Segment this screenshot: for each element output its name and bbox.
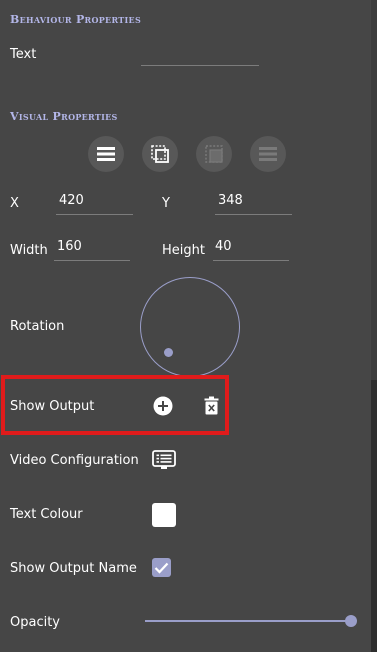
text-colour-swatch[interactable] [152, 503, 176, 527]
height-input[interactable]: 40 [215, 239, 232, 254]
opacity-slider-track[interactable] [145, 620, 351, 622]
height-label: Height [162, 243, 205, 258]
width-label: Width [10, 243, 48, 258]
select-inner-icon [205, 145, 223, 163]
plus-circle-icon [153, 396, 173, 416]
y-input[interactable]: 348 [218, 193, 243, 208]
text-input-underline [141, 65, 259, 66]
configuration-list-icon [152, 450, 176, 469]
video-configuration-button[interactable] [152, 450, 176, 470]
y-label: Y [162, 196, 170, 211]
x-input[interactable]: 420 [59, 193, 84, 208]
properties-panel: Behaviour Properties Text Visual Propert… [0, 0, 371, 652]
visual-properties-header: Visual Properties [10, 110, 118, 123]
rotation-dial[interactable] [140, 277, 240, 377]
text-colour-label: Text Colour [10, 507, 83, 522]
opacity-label: Opacity [10, 615, 61, 630]
show-output-label: Show Output [10, 399, 95, 414]
show-output-name-checkbox[interactable] [152, 558, 171, 577]
video-configuration-label: Video Configuration [10, 453, 139, 468]
rotation-handle[interactable] [164, 348, 173, 357]
select-frame-icon [151, 145, 169, 163]
rotation-label: Rotation [10, 319, 65, 334]
align-bottom-button[interactable] [250, 136, 286, 172]
x-input-underline [56, 214, 133, 215]
behaviour-properties-header: Behaviour Properties [10, 13, 142, 26]
scrollbar[interactable] [371, 0, 377, 652]
y-input-underline [215, 214, 292, 215]
text-label: Text [10, 47, 37, 62]
delete-output-button[interactable] [204, 396, 219, 415]
add-output-button[interactable] [153, 396, 173, 416]
scrollbar-thumb[interactable] [371, 380, 377, 652]
checkmark-icon [154, 562, 169, 574]
height-input-underline [213, 260, 289, 261]
align-top-icon [97, 147, 115, 161]
select-inner-button[interactable] [196, 136, 232, 172]
select-frame-button[interactable] [142, 136, 178, 172]
x-label: X [10, 196, 19, 211]
text-input[interactable] [141, 47, 259, 65]
trash-icon [204, 396, 219, 415]
width-input-underline [54, 260, 130, 261]
align-top-button[interactable] [88, 136, 124, 172]
opacity-slider-handle[interactable] [345, 615, 357, 627]
align-bottom-icon [259, 147, 277, 161]
show-output-name-label: Show Output Name [10, 561, 137, 576]
width-input[interactable]: 160 [57, 239, 82, 254]
